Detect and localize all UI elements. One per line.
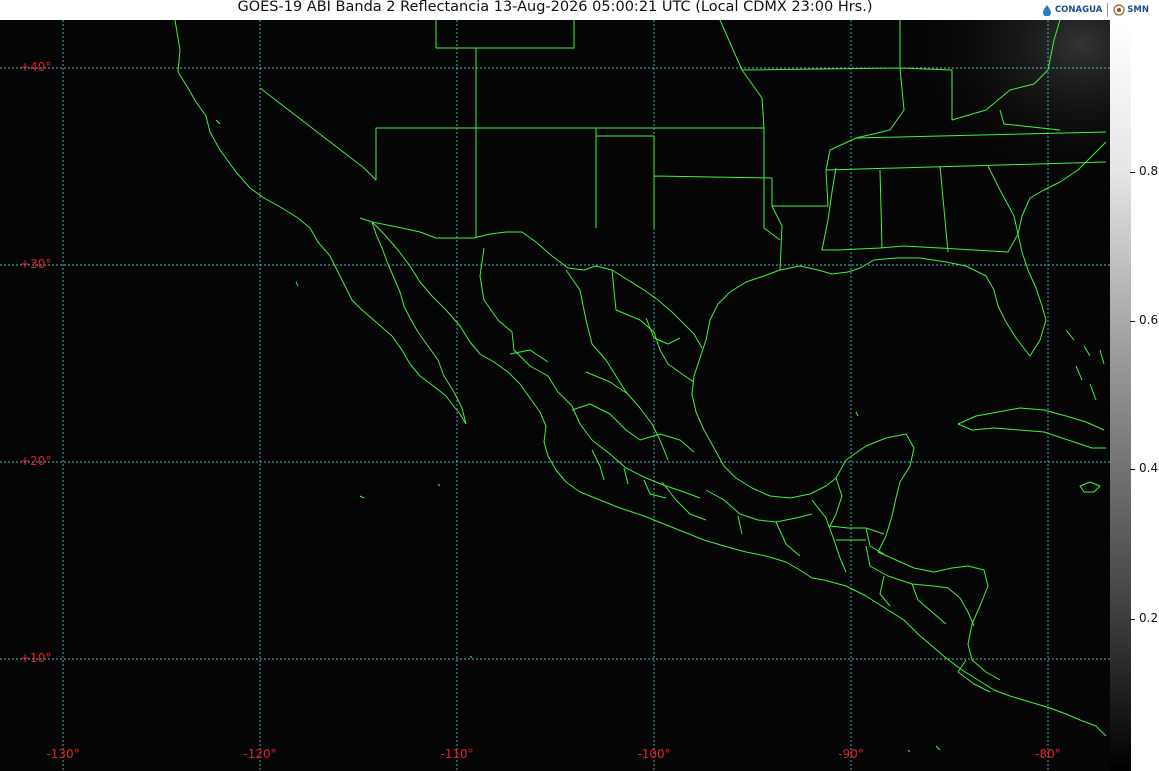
lat-label-30: +30° [20,257,52,271]
colorbar-tick-0.6 [1130,321,1135,322]
colorbar-tick-0.8 [1130,172,1135,173]
smn-seal-icon [1113,4,1125,16]
colorbar-label-0.6: 0.6 [1139,313,1159,327]
yucatan-outline [829,477,885,535]
smn-text: SMN [1127,5,1149,15]
jamaica-outline [1079,481,1101,493]
cloud-brightening [820,20,1110,260]
map-canvas [0,20,1110,771]
colorbar-label-0.2: 0.2 [1139,611,1159,625]
central-america-borders [865,545,991,693]
conagua-drop-icon [1042,5,1051,16]
smn-logo: SMN [1113,4,1149,16]
lon-label-130: -130° [46,747,80,761]
conagua-logo: CONAGUA [1041,4,1102,16]
colorbar-tick-0.4 [1130,469,1135,470]
lat-label-10: +10° [20,651,52,665]
cuba-outline [957,407,1106,449]
conagua-text: CONAGUA [1054,5,1103,15]
colorbar-tick-0.2 [1130,619,1135,620]
lon-label-120: -120° [243,747,277,761]
colorbar [1110,20,1131,771]
colorbar-label-0.4: 0.4 [1139,461,1159,475]
mexico-state-lines [479,247,885,573]
colorbar-label-0.8: 0.8 [1139,164,1159,178]
lat-label-20: +20° [20,454,52,468]
lon-label-80: -80° [1035,747,1061,761]
logo-divider [1107,3,1109,17]
lon-label-100: -100° [637,747,671,761]
lon-label-90: -90° [838,747,864,761]
lon-label-110: -110° [440,747,474,761]
satellite-map[interactable]: +40° +30° +20° +10° -130° -120° -110° -1… [0,20,1110,771]
map-title: GOES-19 ABI Banda 2 Reflectancia 13-Aug-… [237,0,873,15]
central-america-caribbean [877,551,1001,681]
agency-logos: CONAGUA SMN [1041,1,1149,19]
lat-label-40: +40° [20,60,52,74]
bahamas-islands [1065,329,1105,401]
baja-gulf-coast [371,221,467,425]
pacific-coastline [174,20,467,425]
